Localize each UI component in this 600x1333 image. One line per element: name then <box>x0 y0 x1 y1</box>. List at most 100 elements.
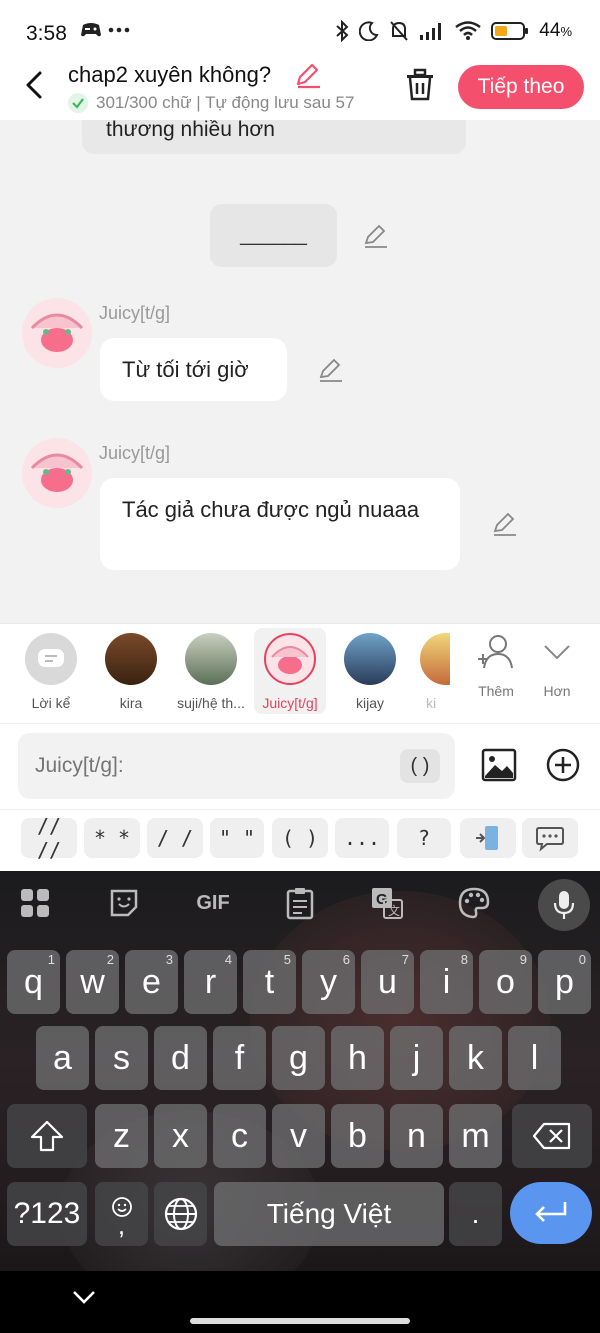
character-kijay[interactable]: kijay <box>334 628 406 714</box>
wifi-icon <box>455 21 482 40</box>
word-count-status: 301/300 chữ | Tự động lưu sau 57 <box>96 93 355 112</box>
clipboard-icon[interactable] <box>282 885 318 921</box>
gif-button[interactable]: GIF <box>190 885 236 921</box>
battery-icon <box>491 22 529 40</box>
punct-chip[interactable]: ... <box>335 818 389 858</box>
shift-key[interactable] <box>7 1104 87 1168</box>
key-w[interactable]: w2 <box>66 950 119 1014</box>
punct-chip[interactable]: / / <box>147 818 203 858</box>
hide-keyboard-chevron-icon[interactable] <box>70 1283 98 1311</box>
add-character-button[interactable]: Thêm <box>466 632 526 699</box>
backspace-icon <box>532 1122 571 1150</box>
translate-icon[interactable]: G文 <box>369 885 405 921</box>
avatar <box>105 633 157 685</box>
emoji-comma-key[interactable]: , <box>95 1182 148 1246</box>
key-a[interactable]: a <box>36 1026 89 1090</box>
character-kira[interactable]: kira <box>95 628 167 714</box>
status-bar: 3:58 44% <box>0 0 600 62</box>
avatar-juicy[interactable] <box>22 438 92 508</box>
space-key[interactable]: Tiếng Việt <box>214 1182 444 1246</box>
chat-area[interactable]: thương nhiều hơn ______ Juicy[t/g] Từ tố… <box>0 120 600 623</box>
avatar-juicy[interactable] <box>22 298 92 368</box>
character-ki-partial[interactable]: ki <box>412 628 450 714</box>
key-u[interactable]: u7 <box>361 950 414 1014</box>
sticker-icon[interactable] <box>106 885 142 921</box>
home-indicator[interactable] <box>190 1318 410 1324</box>
edit-pencil-icon[interactable] <box>318 357 344 383</box>
avatar <box>264 633 316 685</box>
enter-key[interactable] <box>510 1182 592 1244</box>
character-label: Lời kể <box>31 695 71 711</box>
key-z[interactable]: z <box>95 1104 148 1168</box>
key-r[interactable]: r4 <box>184 950 237 1014</box>
punct-chip[interactable]: * * <box>84 818 140 858</box>
key-l[interactable]: l <box>508 1026 561 1090</box>
trash-icon[interactable] <box>404 68 436 102</box>
key-q[interactable]: q1 <box>7 950 60 1014</box>
key-h[interactable]: h <box>331 1026 384 1090</box>
symbols-key[interactable]: ?123 <box>7 1182 87 1246</box>
backspace-key[interactable] <box>512 1104 592 1168</box>
add-circle-icon[interactable] <box>544 746 582 784</box>
period-key[interactable]: . <box>449 1182 502 1246</box>
microphone-icon[interactable] <box>538 879 590 931</box>
message-bubble-partial[interactable]: thương nhiều hơn <box>82 120 466 154</box>
character-label: kijay <box>355 695 384 711</box>
character-narrator[interactable]: Lời kể <box>15 628 87 714</box>
key-b[interactable]: b <box>331 1104 384 1168</box>
key-y[interactable]: y6 <box>302 950 355 1014</box>
punct-chip[interactable]: " " <box>210 818 264 858</box>
key-t[interactable]: t5 <box>243 950 296 1014</box>
punct-chip[interactable]: // // <box>21 814 77 862</box>
key-s[interactable]: s <box>95 1026 148 1090</box>
key-j[interactable]: j <box>390 1026 443 1090</box>
punctuation-toolbar: // // * * / / " " ( ) ... ? <box>0 809 600 871</box>
message-input[interactable] <box>18 733 455 799</box>
edit-pencil-icon[interactable] <box>363 223 389 249</box>
system-nav-bar <box>0 1271 600 1333</box>
message-text: thương nhiều hơn <box>106 120 275 141</box>
language-key[interactable] <box>154 1182 207 1246</box>
key-m[interactable]: m <box>449 1104 502 1168</box>
punct-chip[interactable]: ? <box>397 818 451 858</box>
back-arrow-icon[interactable] <box>20 70 50 100</box>
grid-apps-icon[interactable] <box>17 885 53 921</box>
phone-key-icon[interactable] <box>460 818 516 858</box>
character-label: suji/hệ th... <box>177 695 245 711</box>
message-bubble[interactable]: Tác giả chưa được ngủ nuaaa <box>100 478 460 570</box>
edit-title-pencil-icon[interactable] <box>294 63 322 89</box>
character-juicy[interactable]: Juicy[t/g] <box>254 628 326 714</box>
narration-bubble[interactable]: ______ <box>210 204 337 267</box>
key-e[interactable]: e3 <box>125 950 178 1014</box>
key-c[interactable]: c <box>213 1104 266 1168</box>
palette-icon[interactable] <box>456 885 492 921</box>
key-x[interactable]: x <box>154 1104 207 1168</box>
message-bubble[interactable]: Từ tối tới giờ <box>100 338 287 401</box>
chapter-title[interactable]: chap2 xuyên không? <box>68 62 271 88</box>
key-o[interactable]: o9 <box>479 950 532 1014</box>
paren-chip[interactable]: ( ) <box>400 749 440 783</box>
image-icon[interactable] <box>480 746 518 784</box>
key-d[interactable]: d <box>154 1026 207 1090</box>
bell-off-icon <box>390 21 409 41</box>
punct-chip[interactable]: ( ) <box>272 818 328 858</box>
next-button[interactable]: Tiếp theo <box>458 65 584 109</box>
key-g[interactable]: g <box>272 1026 325 1090</box>
key-k[interactable]: k <box>449 1026 502 1090</box>
add-person-icon <box>478 635 513 669</box>
key-n[interactable]: n <box>390 1104 443 1168</box>
key-f[interactable]: f <box>213 1026 266 1090</box>
key-p[interactable]: p0 <box>538 950 591 1014</box>
edit-pencil-icon[interactable] <box>492 511 518 537</box>
sender-name: Juicy[t/g] <box>99 303 171 323</box>
key-v[interactable]: v <box>272 1104 325 1168</box>
speech-bubble-icon[interactable] <box>522 818 578 858</box>
message-text: Tác giả chưa được ngủ nuaaa <box>122 497 420 522</box>
more-label: Hơn <box>543 683 571 699</box>
svg-text:文: 文 <box>388 903 400 918</box>
more-characters-button[interactable]: Hơn <box>527 632 587 699</box>
bluetooth-icon <box>336 20 349 42</box>
key-i[interactable]: i8 <box>420 950 473 1014</box>
globe-icon <box>164 1197 197 1231</box>
character-suji[interactable]: suji/hệ th... <box>175 628 247 714</box>
